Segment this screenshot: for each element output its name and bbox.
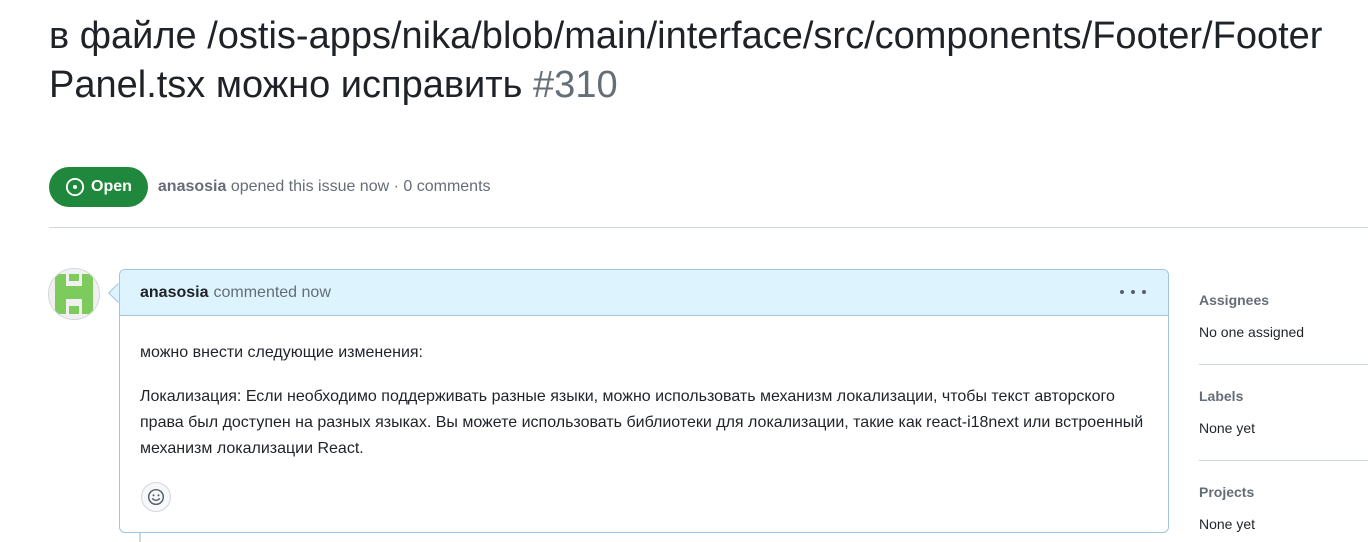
comment-paragraph: можно внести следующие изменения:	[140, 344, 423, 361]
issue-sidebar: Assignees No one assigned Labels None ye…	[1199, 272, 1368, 542]
sidebar-section-value: No one assigned	[1199, 324, 1305, 340]
sidebar-assignees[interactable]: Assignees No one assigned	[1199, 272, 1368, 368]
sidebar-divider	[1199, 364, 1368, 365]
add-reaction-button[interactable]	[141, 482, 171, 512]
issue-number: #310	[533, 64, 618, 106]
status-label: Open	[91, 178, 132, 195]
sidebar-section-title[interactable]: Projects	[1199, 484, 1254, 500]
smiley-icon	[147, 488, 165, 506]
issue-opened-text: opened this issue now · 0 comments	[230, 178, 491, 195]
issue-author-link[interactable]: anasosia	[158, 178, 226, 195]
comment-options-button[interactable]	[1120, 282, 1146, 302]
issue-page: в файле /ostis-apps/nika/blob/main/inter…	[0, 0, 1368, 542]
comment-timestamp: commented now	[213, 283, 331, 301]
sidebar-section-value: None yet	[1199, 420, 1256, 436]
sidebar-section-title[interactable]: Assignees	[1199, 292, 1269, 308]
kebab-dot	[1120, 290, 1124, 294]
sidebar-section-value: None yet	[1199, 516, 1256, 532]
kebab-dot	[1131, 290, 1135, 294]
identicon-avatar	[49, 269, 99, 319]
sidebar-labels[interactable]: Labels None yet	[1199, 368, 1368, 464]
comment-author-link[interactable]: anasosia	[140, 284, 208, 302]
comment-box: anasosia commented now можно внести след…	[119, 269, 1169, 533]
comment-paragraph: Локализация: Если необходимо поддерживат…	[140, 388, 1144, 457]
header-divider	[49, 227, 1368, 228]
status-badge: Open	[49, 167, 148, 207]
comment-body: можно внести следующие изменения: Локали…	[120, 316, 1168, 462]
comment-header: anasosia commented now	[120, 270, 1168, 316]
issue-opened-icon	[65, 177, 85, 197]
sidebar-projects[interactable]: Projects None yet	[1199, 464, 1368, 542]
issue-title: в файле /ostis-apps/nika/blob/main/inter…	[49, 12, 1339, 110]
avatar[interactable]	[48, 268, 100, 320]
issue-title-text: в файле /ostis-apps/nika/blob/main/inter…	[49, 15, 1323, 106]
kebab-dot	[1142, 290, 1146, 294]
issue-meta-text: anasosia opened this issue now · 0 comme…	[158, 178, 491, 196]
sidebar-divider	[1199, 460, 1368, 461]
sidebar-section-title[interactable]: Labels	[1199, 388, 1243, 404]
timeline-line	[139, 533, 141, 542]
issue-meta: Open anasosia opened this issue now · 0 …	[49, 167, 491, 207]
